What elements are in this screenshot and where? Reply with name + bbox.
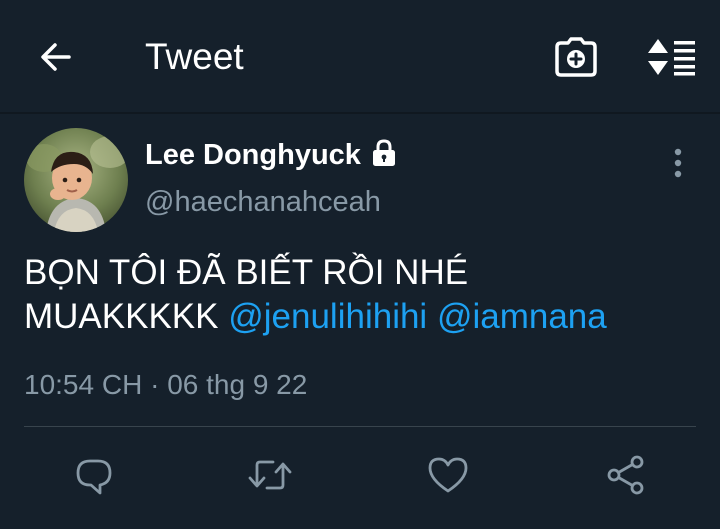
retweet-button[interactable] bbox=[247, 452, 293, 498]
back-button[interactable] bbox=[30, 34, 82, 80]
tweet-text: BỌN TÔI ĐÃ BIẾT RỒI NHÉ MUAKKKKK @jenuli… bbox=[24, 251, 694, 339]
mention-link[interactable]: @iamnana bbox=[437, 297, 607, 336]
top-app-bar: Tweet bbox=[0, 0, 720, 112]
author-display-name[interactable]: Lee Donghyuck bbox=[145, 136, 361, 174]
tweet-text-line-2: MUAKKKKK @jenulihihihi @iamnana bbox=[24, 295, 694, 339]
profile-photo bbox=[24, 128, 128, 232]
actions-divider bbox=[24, 426, 696, 427]
tweet-timestamp: 10:54 CH · 06 thg 9 22 bbox=[24, 367, 307, 403]
author-handle[interactable]: @haechanahceah bbox=[145, 183, 381, 221]
reply-icon bbox=[76, 459, 112, 495]
mention-link[interactable]: @jenulihihihi bbox=[228, 297, 427, 336]
like-button[interactable] bbox=[425, 452, 471, 498]
sort-list-icon bbox=[648, 39, 695, 76]
header-divider bbox=[0, 112, 720, 114]
tweet-detail-screen: Tweet Lee Donghyuck @haechanahceah BỌN T… bbox=[0, 0, 720, 529]
reply-button[interactable] bbox=[71, 452, 117, 498]
more-vertical-icon bbox=[674, 148, 682, 178]
tweet-text-prefix: MUAKKKKK bbox=[24, 297, 229, 336]
lock-icon bbox=[373, 139, 395, 166]
retweet-icon bbox=[248, 460, 292, 490]
heart-icon bbox=[428, 457, 468, 493]
camera-plus-icon bbox=[555, 37, 597, 77]
timestamp-time: 10:54 CH bbox=[24, 369, 143, 400]
tweet-text-line-1: BỌN TÔI ĐÃ BIẾT RỒI NHÉ bbox=[24, 253, 469, 292]
share-button[interactable] bbox=[603, 452, 649, 498]
avatar[interactable] bbox=[24, 128, 128, 232]
camera-button[interactable] bbox=[550, 34, 602, 80]
page-title: Tweet bbox=[145, 36, 244, 77]
timestamp-separator: · bbox=[150, 369, 160, 400]
arrow-left-icon bbox=[41, 43, 71, 71]
sort-button[interactable] bbox=[644, 34, 700, 80]
more-options-button[interactable] bbox=[662, 145, 694, 181]
share-icon bbox=[607, 455, 644, 495]
timestamp-date: 06 thg 9 22 bbox=[167, 369, 308, 400]
